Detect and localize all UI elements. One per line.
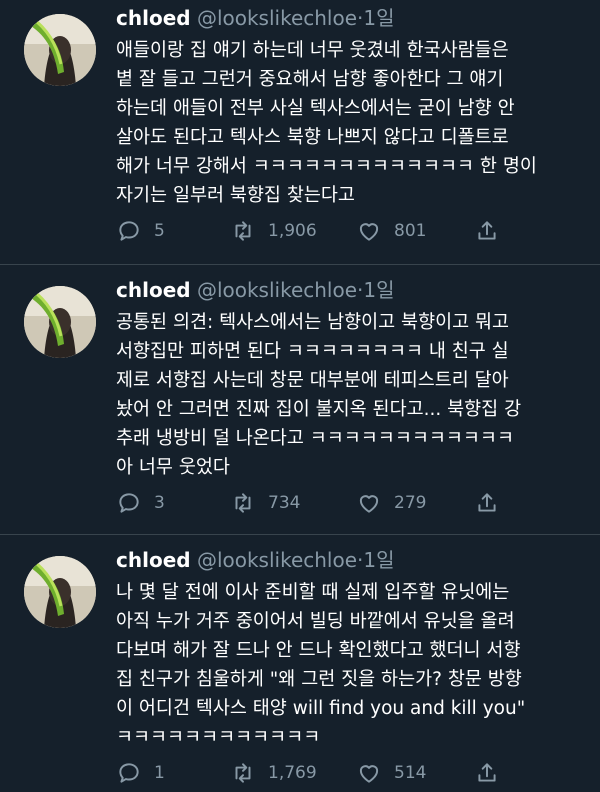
divider [0, 264, 600, 265]
tweet-text-line: 애들이랑 집 얘기 하는데 너무 웃겼네 한국사람들은 [116, 40, 509, 61]
tweet-text: 애들이랑 집 얘기 하는데 너무 웃겼네 한국사람들은 볕 잘 들고 그런거 중… [116, 36, 594, 210]
tweet-text-line: 하는데 애들이 전부 사실 텍사스에서는 굳이 남향 안 [116, 98, 515, 119]
reply-icon [119, 221, 139, 241]
timestamp[interactable]: 1일 [363, 278, 394, 302]
tweet-text-line: 아직 누가 거주 중이어서 빌딩 바깥에서 유닛을 올려 [116, 611, 515, 632]
tweet-text: 공통된 의견: 텍사스에서는 남향이고 북향이고 뭐고 서향집만 피하면 된다 … [116, 308, 594, 482]
tweet-actions: 3 734 279 [116, 490, 586, 518]
avatar-image [24, 556, 96, 628]
avatar[interactable] [24, 286, 96, 358]
tweet-text-line: 집 친구가 침울하게 "왜 그런 짓을 하는가? 창문 방향 [116, 669, 522, 690]
heart-icon [359, 495, 379, 513]
retweet-icon [235, 763, 251, 783]
tweet-text-line: 이 어디건 텍사스 태양 will find you and kill you" [116, 698, 526, 719]
share-button[interactable] [474, 490, 512, 516]
timestamp[interactable]: 1일 [363, 6, 394, 30]
reply-icon [119, 493, 139, 513]
like-count: 279 [394, 493, 427, 513]
tweet-3[interactable]: chloed @lookslikechloe·1일 나 몇 달 전에 이사 준비… [0, 542, 600, 792]
user-handle[interactable]: @lookslikechloe [197, 548, 357, 572]
heart-icon [359, 765, 379, 783]
share-icon [478, 221, 496, 240]
reply-icon [119, 763, 139, 783]
tweet-actions: 5 1,906 801 [116, 218, 586, 246]
tweet-text-line: 나 몇 달 전에 이사 준비할 때 실제 입주할 유닛에는 [116, 582, 510, 603]
tweet-actions: 1 1,769 514 [116, 760, 586, 788]
retweet-button[interactable]: 1,906 [230, 218, 317, 244]
share-icon [478, 763, 496, 782]
share-button[interactable] [474, 760, 512, 786]
reply-button[interactable]: 1 [116, 760, 165, 786]
display-name[interactable]: chloed [116, 548, 191, 572]
tweet-text-line: 자기는 일부러 북향집 찾는다고 [116, 185, 355, 206]
share-button[interactable] [474, 218, 512, 244]
tweet-text-line: 볕 잘 들고 그런거 중요해서 남향 좋아한다 그 얘기 [116, 69, 504, 90]
tweet-text-line: 해가 너무 강해서 ㅋㅋㅋㅋㅋㅋㅋㅋㅋㅋㅋㅋㅋ 한 명이 [116, 156, 537, 177]
tweet-text-line: ㅋㅋㅋㅋㅋㅋㅋㅋㅋㅋㅋㅋ [116, 727, 321, 748]
divider [0, 534, 600, 535]
heart-icon [359, 223, 379, 241]
tweet-text-line: 추래 냉방비 덜 나온다고 ㅋㅋㅋㅋㅋㅋㅋㅋㅋㅋㅋㅋ [116, 428, 514, 449]
tweet-text-line: 다보며 해가 잘 드나 안 드나 확인했다고 했더니 서향 [116, 640, 521, 661]
avatar[interactable] [24, 556, 96, 628]
retweet-button[interactable]: 1,769 [230, 760, 317, 786]
retweet-icon [235, 221, 251, 241]
reply-button[interactable]: 5 [116, 218, 165, 244]
like-count: 514 [394, 763, 427, 783]
retweet-icon [235, 493, 251, 513]
like-count: 801 [394, 221, 427, 241]
tweet-header: chloed @lookslikechloe·1일 [116, 548, 395, 572]
tweet-text: 나 몇 달 전에 이사 준비할 때 실제 입주할 유닛에는 아직 누가 거주 중… [116, 578, 594, 752]
reply-button[interactable]: 3 [116, 490, 165, 516]
avatar-image [24, 286, 96, 358]
reply-count: 1 [154, 763, 165, 783]
tweet-text-line: 제로 서향집 사는데 창문 대부분에 테피스트리 달아 [116, 370, 509, 391]
share-icon [478, 493, 496, 512]
tweet-2[interactable]: chloed @lookslikechloe·1일 공통된 의견: 텍사스에서는… [0, 272, 600, 534]
tweet-text-line: 살아도 된다고 텍사스 북향 나쁘지 않다고 디폴트로 [116, 127, 509, 148]
avatar-image [24, 14, 96, 86]
tweet-header: chloed @lookslikechloe·1일 [116, 6, 395, 30]
tweet-text-line: 아 너무 웃었다 [116, 457, 230, 478]
tweet-1[interactable]: chloed @lookslikechloe·1일 애들이랑 집 얘기 하는데 … [0, 0, 600, 264]
like-button[interactable]: 801 [356, 218, 426, 244]
avatar[interactable] [24, 14, 96, 86]
user-handle[interactable]: @lookslikechloe [197, 6, 357, 30]
display-name[interactable]: chloed [116, 6, 191, 30]
like-button[interactable]: 514 [356, 760, 426, 786]
like-button[interactable]: 279 [356, 490, 426, 516]
tweet-text-line: 놨어 안 그러면 진짜 집이 불지옥 된다고... 북향집 강 [116, 399, 522, 420]
retweet-button[interactable]: 734 [230, 490, 300, 516]
display-name[interactable]: chloed [116, 278, 191, 302]
retweet-count: 1,769 [268, 763, 317, 783]
reply-count: 5 [154, 221, 165, 241]
retweet-count: 734 [268, 493, 301, 513]
timestamp[interactable]: 1일 [363, 548, 394, 572]
user-handle[interactable]: @lookslikechloe [197, 278, 357, 302]
tweet-text-line: 서향집만 피하면 된다 ㅋㅋㅋㅋㅋㅋㅋㅋ 내 친구 실 [116, 341, 509, 362]
reply-count: 3 [154, 493, 165, 513]
tweet-text-line: 공통된 의견: 텍사스에서는 남향이고 북향이고 뭐고 [116, 312, 510, 333]
retweet-count: 1,906 [268, 221, 317, 241]
tweet-header: chloed @lookslikechloe·1일 [116, 278, 395, 302]
